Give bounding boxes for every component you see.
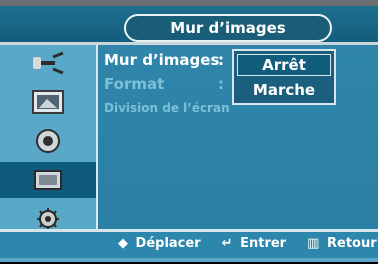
- sidebar-item-picture[interactable]: [0, 84, 98, 120]
- menu-item-mur-d-images[interactable]: Mur d’images: [104, 51, 219, 69]
- menu-item-format-separator: :: [218, 75, 224, 93]
- help-text: ◆ Déplacer ↵ Entrer ▥ Retour: [118, 236, 377, 251]
- antenna-icon: [33, 51, 64, 75]
- page-title: Mur d’images: [124, 14, 332, 42]
- back-icon: ▥: [307, 236, 320, 251]
- help-move: Déplacer: [135, 236, 201, 251]
- title-bar: Mur d’images: [0, 6, 378, 45]
- move-arrows-icon: ◆: [118, 236, 128, 251]
- help-back: Retour: [327, 236, 377, 251]
- menu-item-format[interactable]: Format: [104, 75, 164, 93]
- sidebar-item-sound[interactable]: [0, 123, 98, 159]
- sidebar-item-display[interactable]: [0, 162, 98, 198]
- help-enter: Entrer: [240, 236, 287, 251]
- help-bar: ◆ Déplacer ↵ Entrer ▥ Retour: [0, 229, 378, 258]
- dropdown-option-marche[interactable]: Marche: [238, 80, 330, 100]
- menu-content: Mur d’images : Arrêt Marche Format : Div…: [98, 45, 378, 241]
- menu-item-separator: :: [218, 51, 224, 69]
- picture-icon: [32, 90, 64, 114]
- sound-icon: [36, 129, 60, 153]
- sidebar-item-channel[interactable]: [0, 45, 98, 81]
- dropdown-option-arret[interactable]: Arrêt: [237, 54, 331, 76]
- mur-d-images-dropdown[interactable]: Arrêt Marche: [232, 49, 336, 105]
- display-icon: [34, 170, 62, 190]
- sidebar: [0, 45, 98, 241]
- enter-icon: ↵: [221, 236, 233, 251]
- osd-frame: Mur d’images Mur d’images: Arrêt Marche…: [0, 0, 378, 262]
- menu-item-division-de-l-ecran[interactable]: Division de l’écran: [104, 101, 230, 115]
- osd-screen: Mur d’images Mur d’images: Arrêt Marche…: [0, 0, 378, 264]
